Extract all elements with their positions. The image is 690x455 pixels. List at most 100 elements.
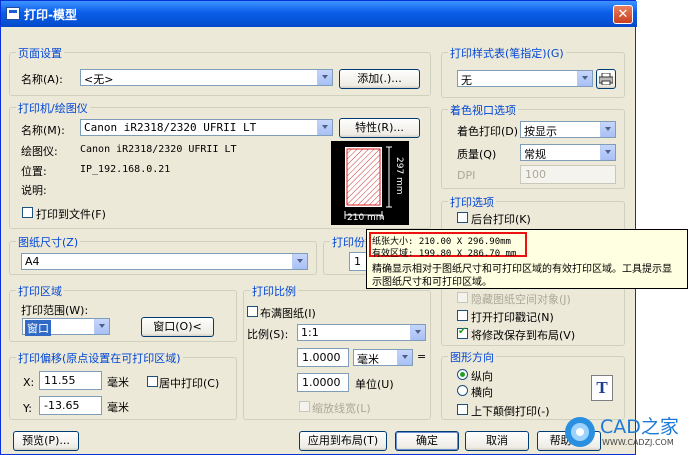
plot-style-title: 打印样式表(笔指定)(G) bbox=[448, 45, 566, 61]
save-changes-label[interactable]: 将修改保存到布局(V) bbox=[471, 327, 575, 343]
quality-select[interactable]: 常规 bbox=[520, 144, 616, 161]
portrait-label[interactable]: 纵向 bbox=[471, 368, 493, 384]
quality-label: 质量(Q) bbox=[457, 148, 497, 161]
landscape-radio[interactable] bbox=[457, 385, 468, 396]
dpi-value: 100 bbox=[525, 168, 546, 181]
apply-to-layout-button[interactable]: 应用到布局(T) bbox=[299, 431, 387, 451]
chevron-down-icon[interactable] bbox=[317, 120, 332, 135]
hide-objects-label[interactable]: 隐藏图纸空间对象(J) bbox=[471, 291, 571, 307]
shade-plot-value: 按显示 bbox=[524, 125, 557, 138]
upside-down-label[interactable]: 上下颠倒打印(-) bbox=[471, 403, 550, 419]
preview-button[interactable]: 预览(P)... bbox=[13, 431, 79, 451]
scale-units-input[interactable]: 1.0000 bbox=[297, 373, 349, 392]
print-to-file-checkbox[interactable] bbox=[22, 207, 33, 218]
print-area-title: 打印区域 bbox=[16, 283, 64, 299]
scale-unit-select[interactable]: 毫米 bbox=[353, 349, 413, 366]
edit-plot-style-button[interactable] bbox=[596, 69, 616, 89]
orientation-title: 图形方向 bbox=[448, 349, 496, 365]
chevron-down-icon[interactable] bbox=[94, 319, 109, 334]
chevron-down-icon[interactable] bbox=[397, 350, 412, 365]
plot-style-value: 无 bbox=[461, 74, 472, 87]
description-label: 说明: bbox=[21, 184, 47, 197]
offset-y-unit: 毫米 bbox=[107, 401, 129, 414]
save-changes-checkbox[interactable] bbox=[457, 326, 468, 339]
location-value: IP_192.168.0.21 bbox=[80, 164, 171, 175]
fit-to-paper-checkbox[interactable] bbox=[247, 306, 258, 317]
chevron-down-icon[interactable] bbox=[600, 145, 615, 160]
chevron-down-icon[interactable] bbox=[600, 122, 615, 137]
offset-x-value: 11.55 bbox=[44, 374, 76, 387]
print-range-value: 窗口 bbox=[25, 320, 51, 336]
plot-options-title: 打印选项 bbox=[448, 194, 496, 210]
orientation-preview-icon: T bbox=[591, 375, 613, 401]
shade-plot-select[interactable]: 按显示 bbox=[520, 121, 616, 138]
shade-plot-label: 着色打印(D) bbox=[457, 125, 519, 138]
cad-logo-icon bbox=[565, 417, 595, 447]
plot-stamp-label[interactable]: 打开打印戳记(N) bbox=[471, 309, 554, 325]
scale-mm-input[interactable]: 1.0000 bbox=[297, 348, 349, 367]
printer-name-select[interactable]: Canon iR2318/2320 UFRII LT bbox=[80, 119, 333, 136]
dpi-input[interactable]: 100 bbox=[520, 165, 616, 184]
print-to-file-label[interactable]: 打印到文件(F) bbox=[36, 206, 106, 222]
center-plot-checkbox[interactable] bbox=[147, 376, 158, 387]
portrait-radio[interactable] bbox=[457, 369, 468, 380]
print-range-label: 打印范围(W): bbox=[21, 304, 89, 317]
ok-button[interactable]: 确定 bbox=[395, 431, 459, 451]
watermark: CAD之家 WWW.CADZJ.COM bbox=[562, 410, 690, 455]
location-label: 位置: bbox=[21, 165, 47, 178]
print-scale-title: 打印比例 bbox=[250, 283, 298, 299]
offset-y-value: -13.65 bbox=[44, 399, 80, 412]
background-plot-checkbox[interactable] bbox=[457, 212, 468, 223]
offset-x-input[interactable]: 11.55 bbox=[39, 371, 102, 390]
background-plot-label[interactable]: 后台打印(K) bbox=[471, 211, 531, 227]
quality-value: 常规 bbox=[524, 148, 546, 161]
chevron-down-icon[interactable] bbox=[410, 325, 425, 340]
plot-dialog: 打印-模型 ✕ 页面设置 名称(A): <无> 添加(.)... 打印机/绘图仪… bbox=[0, 0, 637, 455]
plot-style-select[interactable]: 无 bbox=[457, 70, 593, 87]
paper-size-select[interactable]: A4 bbox=[21, 253, 308, 270]
offset-x-unit: 毫米 bbox=[107, 376, 129, 389]
close-button[interactable]: ✕ bbox=[613, 5, 633, 24]
dpi-label: DPI bbox=[457, 169, 476, 182]
printer-title: 打印机/绘图仪 bbox=[16, 100, 90, 116]
scale-units-label: 单位(U) bbox=[355, 378, 394, 391]
landscape-label[interactable]: 横向 bbox=[471, 384, 493, 400]
paper-size-value: A4 bbox=[25, 255, 40, 268]
scale-lineweights-checkbox[interactable] bbox=[299, 401, 310, 412]
center-plot-label[interactable]: 居中打印(C) bbox=[159, 375, 219, 391]
watermark-url: WWW.CADZJ.COM bbox=[602, 438, 674, 447]
window-title: 打印-模型 bbox=[24, 8, 77, 22]
scale-lineweights-label[interactable]: 缩放线宽(L) bbox=[312, 400, 371, 416]
printer-properties-button[interactable]: 特性(R)... bbox=[339, 118, 420, 138]
scale-mm-value: 1.0000 bbox=[302, 351, 341, 364]
chevron-down-icon[interactable] bbox=[317, 70, 332, 85]
print-range-select[interactable]: 窗口 bbox=[22, 318, 110, 336]
upside-down-checkbox[interactable] bbox=[457, 404, 468, 415]
cancel-button[interactable]: 取消 bbox=[465, 431, 529, 451]
scale-label: 比例(S): bbox=[247, 328, 289, 341]
scale-select[interactable]: 1:1 bbox=[297, 324, 426, 341]
printer-name-value: Canon iR2318/2320 UFRII LT bbox=[84, 121, 257, 134]
printer-name-label: 名称(M): bbox=[21, 124, 65, 137]
plot-stamp-checkbox[interactable] bbox=[457, 310, 468, 321]
paper-size-title: 图纸尺寸(Z) bbox=[16, 234, 81, 250]
fit-to-paper-label[interactable]: 布满图纸(I) bbox=[260, 305, 316, 321]
plotter-value: Canon iR2318/2320 UFRII LT bbox=[80, 144, 237, 155]
window-select-button[interactable]: 窗口(O)< bbox=[141, 317, 214, 337]
scale-unit-value: 毫米 bbox=[357, 353, 379, 366]
tooltip-effective-area: 有效区域: 199.80 X 286.70 mm bbox=[372, 249, 517, 259]
hide-objects-checkbox[interactable] bbox=[457, 292, 468, 303]
offset-y-input[interactable]: -13.65 bbox=[39, 396, 102, 415]
copies-value: 1 bbox=[354, 255, 361, 268]
print-offset-title: 打印偏移(原点设置在可打印区域) bbox=[16, 350, 183, 366]
scale-value: 1:1 bbox=[301, 326, 319, 339]
chevron-down-icon[interactable] bbox=[292, 254, 307, 269]
preview-height-label: 297 mm bbox=[394, 157, 404, 195]
chevron-down-icon[interactable] bbox=[577, 71, 592, 86]
title-bar[interactable]: 打印-模型 ✕ bbox=[1, 1, 637, 27]
printer-icon bbox=[598, 72, 614, 86]
page-setup-name-select[interactable]: <无> bbox=[80, 69, 333, 86]
add-page-setup-button[interactable]: 添加(.)... bbox=[339, 69, 420, 89]
page-setup-name-value: <无> bbox=[84, 73, 114, 86]
scale-equals: = bbox=[417, 350, 427, 363]
